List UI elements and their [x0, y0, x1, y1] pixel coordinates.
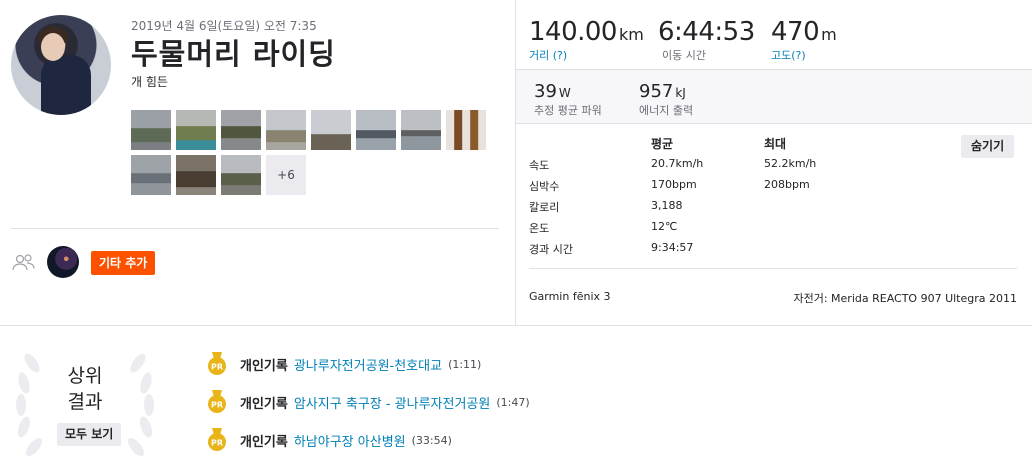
photo-thumbnail[interactable] — [266, 110, 306, 150]
pr-medal-icon: PR — [208, 428, 226, 451]
companion-avatar[interactable] — [47, 246, 79, 278]
photo-thumbnail[interactable] — [221, 155, 261, 195]
group-icon[interactable] — [12, 253, 36, 273]
segment-link[interactable]: 암사지구 축구장 - 광나루자전거공원 — [294, 393, 491, 412]
photo-thumbnail[interactable] — [401, 110, 441, 150]
photo-thumbnail[interactable] — [176, 110, 216, 150]
divider — [11, 228, 499, 229]
row-label: 속도 — [529, 159, 550, 172]
top-results-heading: 상위 결과 — [0, 363, 170, 415]
row-avg: 3,188 — [651, 199, 683, 212]
row-max: 208bpm — [764, 178, 810, 191]
stat-distance: 140.00 km 거리 (?) — [529, 17, 644, 63]
segment-link[interactable]: 하남야구장 아산병원 — [294, 431, 406, 450]
moving-time-label: 이동 시간 — [662, 49, 706, 62]
photo-thumbnail[interactable] — [311, 110, 351, 150]
row-label: 온도 — [529, 222, 550, 235]
power-value: 39 — [534, 81, 557, 102]
achievement-label: 개인기록 — [240, 434, 288, 450]
activity-description: 개 힘든 — [131, 75, 168, 89]
segment-link[interactable]: 광나루자전거공원-천호대교 — [294, 355, 442, 374]
photo-thumbnail[interactable] — [356, 110, 396, 150]
section-divider — [0, 325, 1032, 326]
photo-thumbnail[interactable] — [446, 110, 486, 150]
add-other-button[interactable]: 기타 추가 — [91, 251, 156, 275]
elevation-unit: m — [821, 25, 837, 44]
row-avg: 170bpm — [651, 178, 697, 191]
energy-unit: kJ — [675, 86, 686, 100]
moving-time-value: 6:44:53 — [658, 17, 755, 47]
energy-label: 에너지 출력 — [639, 104, 694, 117]
activity-title: 두물머리 라이딩 — [131, 37, 336, 71]
pr-badge-text: PR — [211, 439, 223, 448]
achievement-time: (1:11) — [448, 357, 482, 371]
distance-value: 140.00 — [529, 17, 617, 47]
achievement-time: (33:54) — [411, 433, 452, 447]
achievement-row: PR 개인기록 광나루자전거공원-천호대교 (1:11) — [206, 352, 481, 376]
distance-unit: km — [618, 25, 644, 44]
pr-badge-text: PR — [211, 363, 223, 372]
elevation-label[interactable]: 고도(?) — [771, 47, 837, 63]
more-photos-label: +6 — [277, 168, 295, 182]
achievement-time: (1:47) — [496, 395, 530, 409]
row-max: 52.2km/h — [764, 157, 817, 170]
hide-details-button[interactable]: 숨기기 — [961, 135, 1015, 158]
photo-thumbnail[interactable] — [221, 110, 261, 150]
achievement-row: PR 개인기록 하남야구장 아산병원 (33:54) — [206, 428, 452, 452]
pr-badge-text: PR — [211, 401, 223, 410]
distance-label[interactable]: 거리 (?) — [529, 47, 644, 63]
photo-thumbnail[interactable] — [131, 155, 171, 195]
device-name: Garmin fēnix 3 — [529, 290, 611, 303]
power-label: 추정 평균 파워 — [534, 104, 602, 117]
photo-thumbnail[interactable] — [176, 155, 216, 195]
row-avg: 12℃ — [651, 220, 678, 233]
header-avg: 평균 — [651, 137, 674, 151]
top-results-line: 상위 — [67, 365, 103, 387]
athlete-avatar[interactable] — [11, 15, 111, 115]
row-label: 경과 시간 — [529, 243, 573, 256]
row-label: 심박수 — [529, 180, 560, 193]
column-divider — [515, 0, 516, 325]
pr-medal-icon: PR — [208, 352, 226, 375]
divider — [529, 268, 1017, 269]
header-max: 최대 — [764, 137, 787, 151]
bike-name[interactable]: 자전거: Merida REACTO 907 Ultegra 2011 — [793, 290, 1017, 306]
pr-medal-icon: PR — [208, 390, 226, 413]
top-results-line: 결과 — [67, 391, 103, 413]
elevation-value: 470 — [771, 17, 820, 47]
stat-moving-time: 6:44:53 이동 시간 — [658, 17, 755, 63]
view-all-button[interactable]: 모두 보기 — [57, 423, 122, 446]
achievement-label: 개인기록 — [240, 396, 288, 412]
stat-power: 39 W 추정 평균 파워 — [534, 81, 602, 118]
stat-elevation: 470 m 고도(?) — [771, 17, 837, 63]
photo-thumbnail[interactable] — [131, 110, 171, 150]
energy-value: 957 — [639, 81, 674, 102]
row-label: 칼로리 — [529, 201, 560, 214]
row-avg: 20.7km/h — [651, 157, 704, 170]
more-photos-button[interactable]: +6 — [266, 155, 306, 195]
achievement-label: 개인기록 — [240, 358, 288, 374]
row-avg: 9:34:57 — [651, 241, 694, 254]
power-unit: W — [558, 86, 571, 100]
achievement-row: PR 개인기록 암사지구 축구장 - 광나루자전거공원 (1:47) — [206, 390, 530, 414]
stat-energy: 957 kJ 에너지 출력 — [639, 81, 693, 118]
